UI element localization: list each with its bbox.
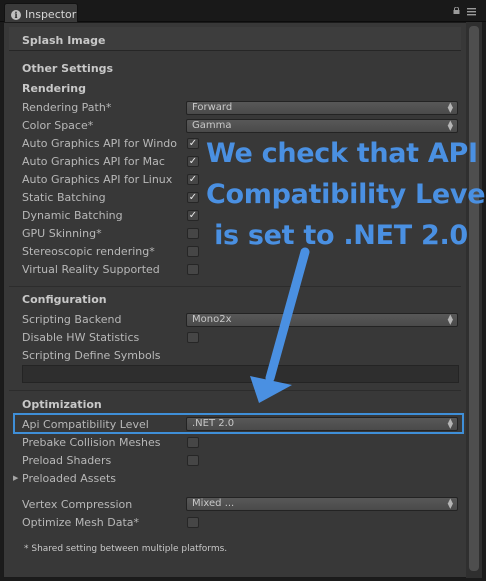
- auto-api-mac-label: Auto Graphics API for Mac: [22, 155, 165, 168]
- shared-setting-footnote: * Shared setting between multiple platfo…: [24, 544, 228, 554]
- dynamic-batching-label: Dynamic Batching: [22, 209, 123, 222]
- auto-api-mac-checkbox[interactable]: ✓: [187, 156, 199, 167]
- lock-icon[interactable]: [453, 7, 460, 14]
- scripting-backend-value: Mono2x: [192, 314, 232, 325]
- vr-supported-label: Virtual Reality Supported: [22, 263, 160, 276]
- disable-hw-stats-checkbox[interactable]: [187, 332, 199, 343]
- dropdown-arrows-icon: ▲ ▼: [447, 417, 453, 430]
- auto-api-windows-checkbox[interactable]: ✓: [187, 138, 199, 149]
- rendering-title: Rendering: [22, 82, 86, 95]
- gpu-skinning-checkbox[interactable]: [187, 228, 199, 239]
- foldout-arrow-icon[interactable]: ▶: [13, 474, 18, 482]
- context-menu-icon[interactable]: [467, 7, 477, 16]
- api-compat-value: .NET 2.0: [192, 418, 235, 429]
- color-space-dropdown[interactable]: Gamma ▲ ▼: [186, 119, 458, 133]
- gpu-skinning-label: GPU Skinning*: [22, 227, 102, 240]
- dropdown-arrows-icon: ▲ ▼: [447, 119, 453, 132]
- section-other-settings[interactable]: Other Settings: [9, 55, 461, 79]
- color-space-label: Color Space*: [22, 119, 94, 132]
- stereoscopic-label: Stereoscopic rendering*: [22, 245, 155, 258]
- info-icon: i: [11, 9, 21, 20]
- rendering-path-value: Forward: [192, 102, 233, 113]
- static-batching-label: Static Batching: [22, 191, 106, 204]
- tab-inspector-label: Inspector: [25, 8, 77, 21]
- annotation-line-3: is set to .NET 2.0: [214, 220, 468, 251]
- optimization-title: Optimization: [22, 398, 102, 411]
- optimize-mesh-label: Optimize Mesh Data*: [22, 516, 140, 529]
- configuration-title: Configuration: [22, 293, 107, 306]
- annotation-callout: We check that API Compatibility Level is…: [206, 133, 486, 256]
- rendering-path-label: Rendering Path*: [22, 101, 112, 114]
- auto-api-linux-checkbox[interactable]: ✓: [187, 174, 199, 185]
- define-symbols-label: Scripting Define Symbols: [22, 349, 161, 362]
- scripting-backend-dropdown[interactable]: Mono2x ▲ ▼: [186, 313, 458, 327]
- vertex-compression-value: Mixed ...: [192, 498, 235, 509]
- scrollbar-thumb[interactable]: [469, 26, 479, 571]
- optimize-mesh-checkbox[interactable]: [187, 517, 199, 528]
- scripting-backend-label: Scripting Backend: [22, 313, 122, 326]
- auto-api-windows-label: Auto Graphics API for Windo: [22, 137, 178, 150]
- section-other-label: Other Settings: [22, 62, 114, 75]
- api-compat-label: Api Compatibility Level: [22, 418, 149, 431]
- section-splash-image[interactable]: Splash Image: [9, 27, 461, 51]
- rendering-path-dropdown[interactable]: Forward ▲ ▼: [186, 101, 458, 115]
- dropdown-arrows-icon: ▲ ▼: [447, 497, 453, 510]
- preload-shaders-label: Preload Shaders: [22, 454, 112, 467]
- auto-api-linux-label: Auto Graphics API for Linux: [22, 173, 173, 186]
- preload-shaders-checkbox[interactable]: [187, 455, 199, 466]
- vertex-compression-dropdown[interactable]: Mixed ... ▲ ▼: [186, 497, 458, 511]
- tab-inspector[interactable]: i Inspector: [4, 3, 78, 22]
- section-splash-label: Splash Image: [22, 34, 106, 47]
- stereoscopic-checkbox[interactable]: [187, 246, 199, 257]
- annotation-line-2: Compatibility Level: [206, 179, 486, 210]
- annotation-line-1: We check that API: [206, 138, 478, 169]
- vr-supported-checkbox[interactable]: [187, 264, 199, 275]
- static-batching-checkbox[interactable]: ✓: [187, 192, 199, 203]
- dropdown-arrows-icon: ▲ ▼: [447, 313, 453, 326]
- preloaded-assets-foldout[interactable]: Preloaded Assets: [22, 472, 116, 485]
- disable-hw-stats-label: Disable HW Statistics: [22, 331, 140, 344]
- vertex-compression-label: Vertex Compression: [22, 498, 133, 511]
- dynamic-batching-checkbox[interactable]: ✓: [187, 210, 199, 221]
- api-compat-dropdown[interactable]: .NET 2.0 ▲ ▼: [186, 417, 458, 431]
- dropdown-arrows-icon: ▲ ▼: [447, 101, 453, 114]
- define-symbols-field[interactable]: [22, 365, 459, 383]
- divider: [9, 286, 461, 287]
- color-space-value: Gamma: [192, 120, 232, 131]
- prebake-label: Prebake Collision Meshes: [22, 436, 161, 449]
- prebake-checkbox[interactable]: [187, 437, 199, 448]
- tab-bar: i Inspector: [0, 0, 486, 22]
- divider: [9, 390, 461, 391]
